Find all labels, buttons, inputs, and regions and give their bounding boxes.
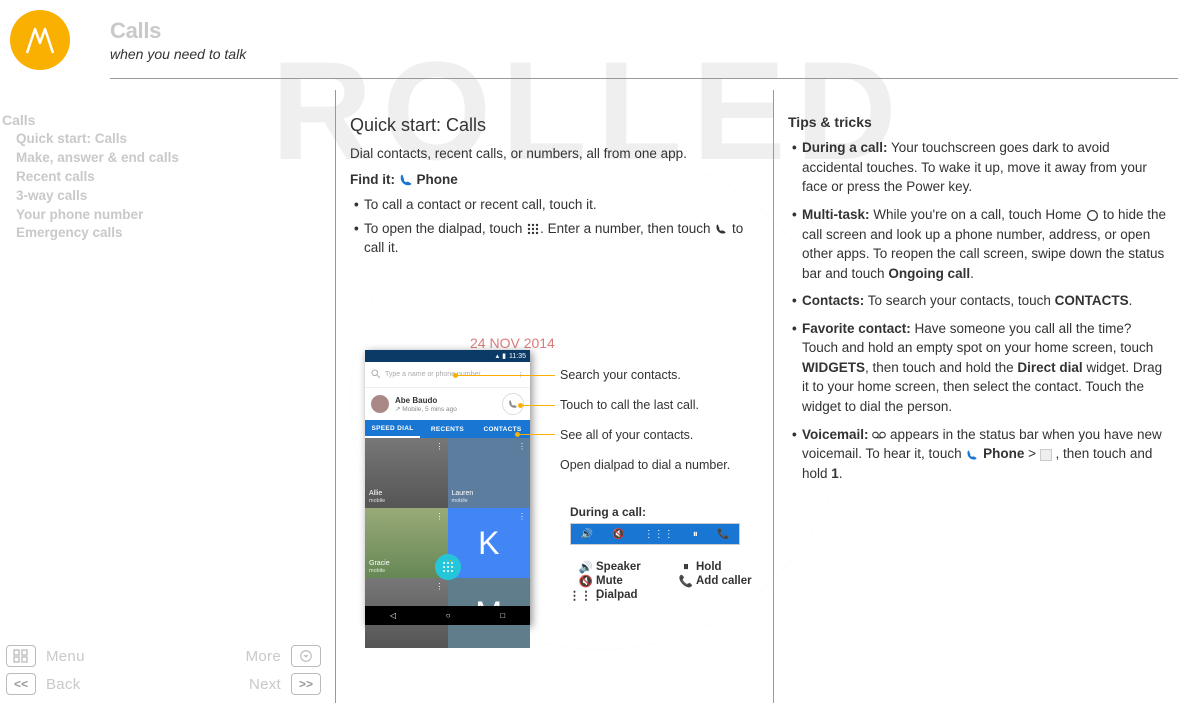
- intro-text: Dial contacts, recent calls, or numbers,…: [350, 144, 760, 164]
- last-call-sub: ↗ Mobile, 5 mins ago: [395, 405, 457, 413]
- call-icon: [714, 222, 728, 236]
- lead-line-4v: [450, 560, 451, 561]
- right-column: Tips & tricks • During a call: Your touc…: [788, 112, 1168, 491]
- tip-4: • Favorite contact: Have someone you cal…: [792, 319, 1168, 417]
- header-divider: [110, 78, 1178, 79]
- phone-app-icon: [399, 173, 413, 187]
- avatar-icon: [371, 395, 389, 413]
- status-bar: ▴ ▮ 11:35: [365, 350, 530, 362]
- tile-lauren[interactable]: ⋮Laurenmobile: [448, 438, 531, 508]
- tip-5: • Voicemail: appears in the status bar w…: [792, 425, 1168, 484]
- dialpad-box-icon: [1040, 449, 1052, 461]
- section-heading: Quick start: Calls: [350, 112, 760, 138]
- in-call-bar: 🔊 🔇 ⋮⋮⋮ ⏸ 📞: [570, 523, 740, 545]
- android-navbar: ◁ ○ □: [365, 606, 530, 625]
- tab-contacts[interactable]: CONTACTS: [475, 420, 530, 438]
- lead-line-1: [455, 375, 555, 376]
- opt-dialpad: ⋮⋮⋮Dialpad: [580, 589, 670, 601]
- tip-2: • Multi-task: While you're on a call, to…: [792, 205, 1168, 283]
- nav-link-makeanswer[interactable]: Make, answer & end calls: [16, 149, 320, 168]
- nav-section-title[interactable]: Calls: [2, 112, 320, 128]
- nav-link-emergency[interactable]: Emergency calls: [16, 224, 320, 243]
- during-call-block: During a call: 🔊 🔇 ⋮⋮⋮ ⏸ 📞 🔊Speaker ⏸Hol…: [570, 505, 770, 601]
- addcaller-icon[interactable]: 📞: [717, 529, 729, 540]
- menu-label: Menu: [46, 648, 85, 665]
- nav-link-number[interactable]: Your phone number: [16, 206, 320, 225]
- center-column: Quick start: Calls Dial contacts, recent…: [350, 112, 760, 262]
- back-nav-icon[interactable]: ◁: [390, 611, 396, 620]
- nav-link-3way[interactable]: 3-way calls: [16, 187, 320, 206]
- column-divider-2: [773, 90, 774, 703]
- during-call-title: During a call:: [570, 505, 770, 519]
- nav-link-quickstart[interactable]: Quick start: Calls: [16, 130, 320, 149]
- home-circle-icon: [1085, 208, 1099, 222]
- callout-search: Search your contacts.: [560, 368, 681, 382]
- back-button[interactable]: <<: [6, 673, 36, 695]
- speaker-icon[interactable]: 🔊: [581, 529, 593, 540]
- tips-heading: Tips & tricks: [788, 112, 1168, 132]
- motorola-m-icon: [25, 25, 55, 55]
- signal-icon: ▴: [496, 352, 500, 360]
- page-header: Calls when you need to talk: [0, 10, 1178, 70]
- callout-contacts: See all of your contacts.: [560, 428, 693, 442]
- back-label: Back: [46, 676, 81, 693]
- callout-dialpad: Open dialpad to dial a number.: [560, 458, 730, 472]
- next-label: Next: [249, 676, 281, 693]
- opt-hold: ⏸Hold: [680, 561, 770, 573]
- lead-line-2: [520, 405, 555, 406]
- findit-app: Phone: [417, 172, 458, 187]
- tip-1: • During a call: Your touchscreen goes d…: [792, 138, 1168, 197]
- bullet-1-text: To call a contact or recent call, touch …: [364, 195, 597, 215]
- dialpad-bar-icon[interactable]: ⋮⋮⋮: [644, 529, 674, 540]
- phone-tabs: SPEED DIAL RECENTS CONTACTS: [365, 420, 530, 438]
- call-options-legend: 🔊Speaker ⏸Hold 🔇Mute 📞Add caller ⋮⋮⋮Dial…: [570, 561, 770, 601]
- next-button[interactable]: >>: [291, 673, 321, 695]
- tile-allie[interactable]: ⋮Alliemobile: [365, 438, 448, 508]
- menu-button[interactable]: [6, 645, 36, 667]
- bottom-controls: Menu More << Back Next >>: [6, 645, 321, 701]
- bullet-2: • To open the dialpad, touch . Enter a n…: [354, 219, 760, 258]
- tab-speeddial[interactable]: SPEED DIAL: [365, 420, 420, 438]
- battery-icon: ▮: [502, 352, 506, 360]
- watermark-date: 24 NOV 2014: [470, 335, 555, 351]
- sidebar-nav: Calls Quick start: Calls Make, answer & …: [0, 112, 320, 243]
- opt-speaker: 🔊Speaker: [580, 561, 670, 573]
- last-call-row[interactable]: Abe Baudo ↗ Mobile, 5 mins ago: [365, 388, 530, 420]
- column-divider-1: [335, 90, 336, 703]
- back-icon: <<: [14, 677, 28, 691]
- more-button[interactable]: [291, 645, 321, 667]
- phone-icon-small: [965, 448, 979, 462]
- recent-nav-icon[interactable]: □: [500, 611, 505, 620]
- page-title: Calls: [110, 18, 246, 44]
- more-circle-icon: [299, 649, 313, 663]
- last-call-name: Abe Baudo: [395, 396, 457, 405]
- findit-label: Find it:: [350, 172, 395, 187]
- mute-icon[interactable]: 🔇: [612, 529, 624, 540]
- status-time: 11:35: [509, 353, 526, 360]
- more-label: More: [246, 648, 281, 665]
- opt-mute: 🔇Mute: [580, 575, 670, 587]
- menu-grid-icon: [13, 649, 29, 663]
- bullet-1: • To call a contact or recent call, touc…: [354, 195, 760, 215]
- next-icon: >>: [299, 677, 313, 691]
- hold-icon[interactable]: ⏸: [693, 529, 698, 540]
- opt-addcaller: 📞Add caller: [680, 575, 770, 587]
- find-it-line: Find it: Phone: [350, 170, 760, 190]
- callout-lastcall: Touch to call the last call.: [560, 398, 699, 412]
- lead-line-3: [517, 434, 555, 435]
- voicemail-icon: [872, 428, 886, 442]
- tip-3: • Contacts: To search your contacts, tou…: [792, 291, 1168, 311]
- motorola-logo: [10, 10, 70, 70]
- page-subtitle: when you need to talk: [110, 46, 246, 62]
- dialpad-fab[interactable]: [435, 554, 461, 580]
- nav-link-recent[interactable]: Recent calls: [16, 168, 320, 187]
- phone-screenshot: ▴ ▮ 11:35 Type a name or phone number ⋮ …: [365, 350, 530, 625]
- search-icon: [371, 369, 381, 381]
- tab-recents[interactable]: RECENTS: [420, 420, 475, 438]
- dialpad-icon: [526, 222, 540, 236]
- bullet-2-text: To open the dialpad, touch . Enter a num…: [364, 219, 760, 258]
- home-nav-icon[interactable]: ○: [446, 611, 451, 620]
